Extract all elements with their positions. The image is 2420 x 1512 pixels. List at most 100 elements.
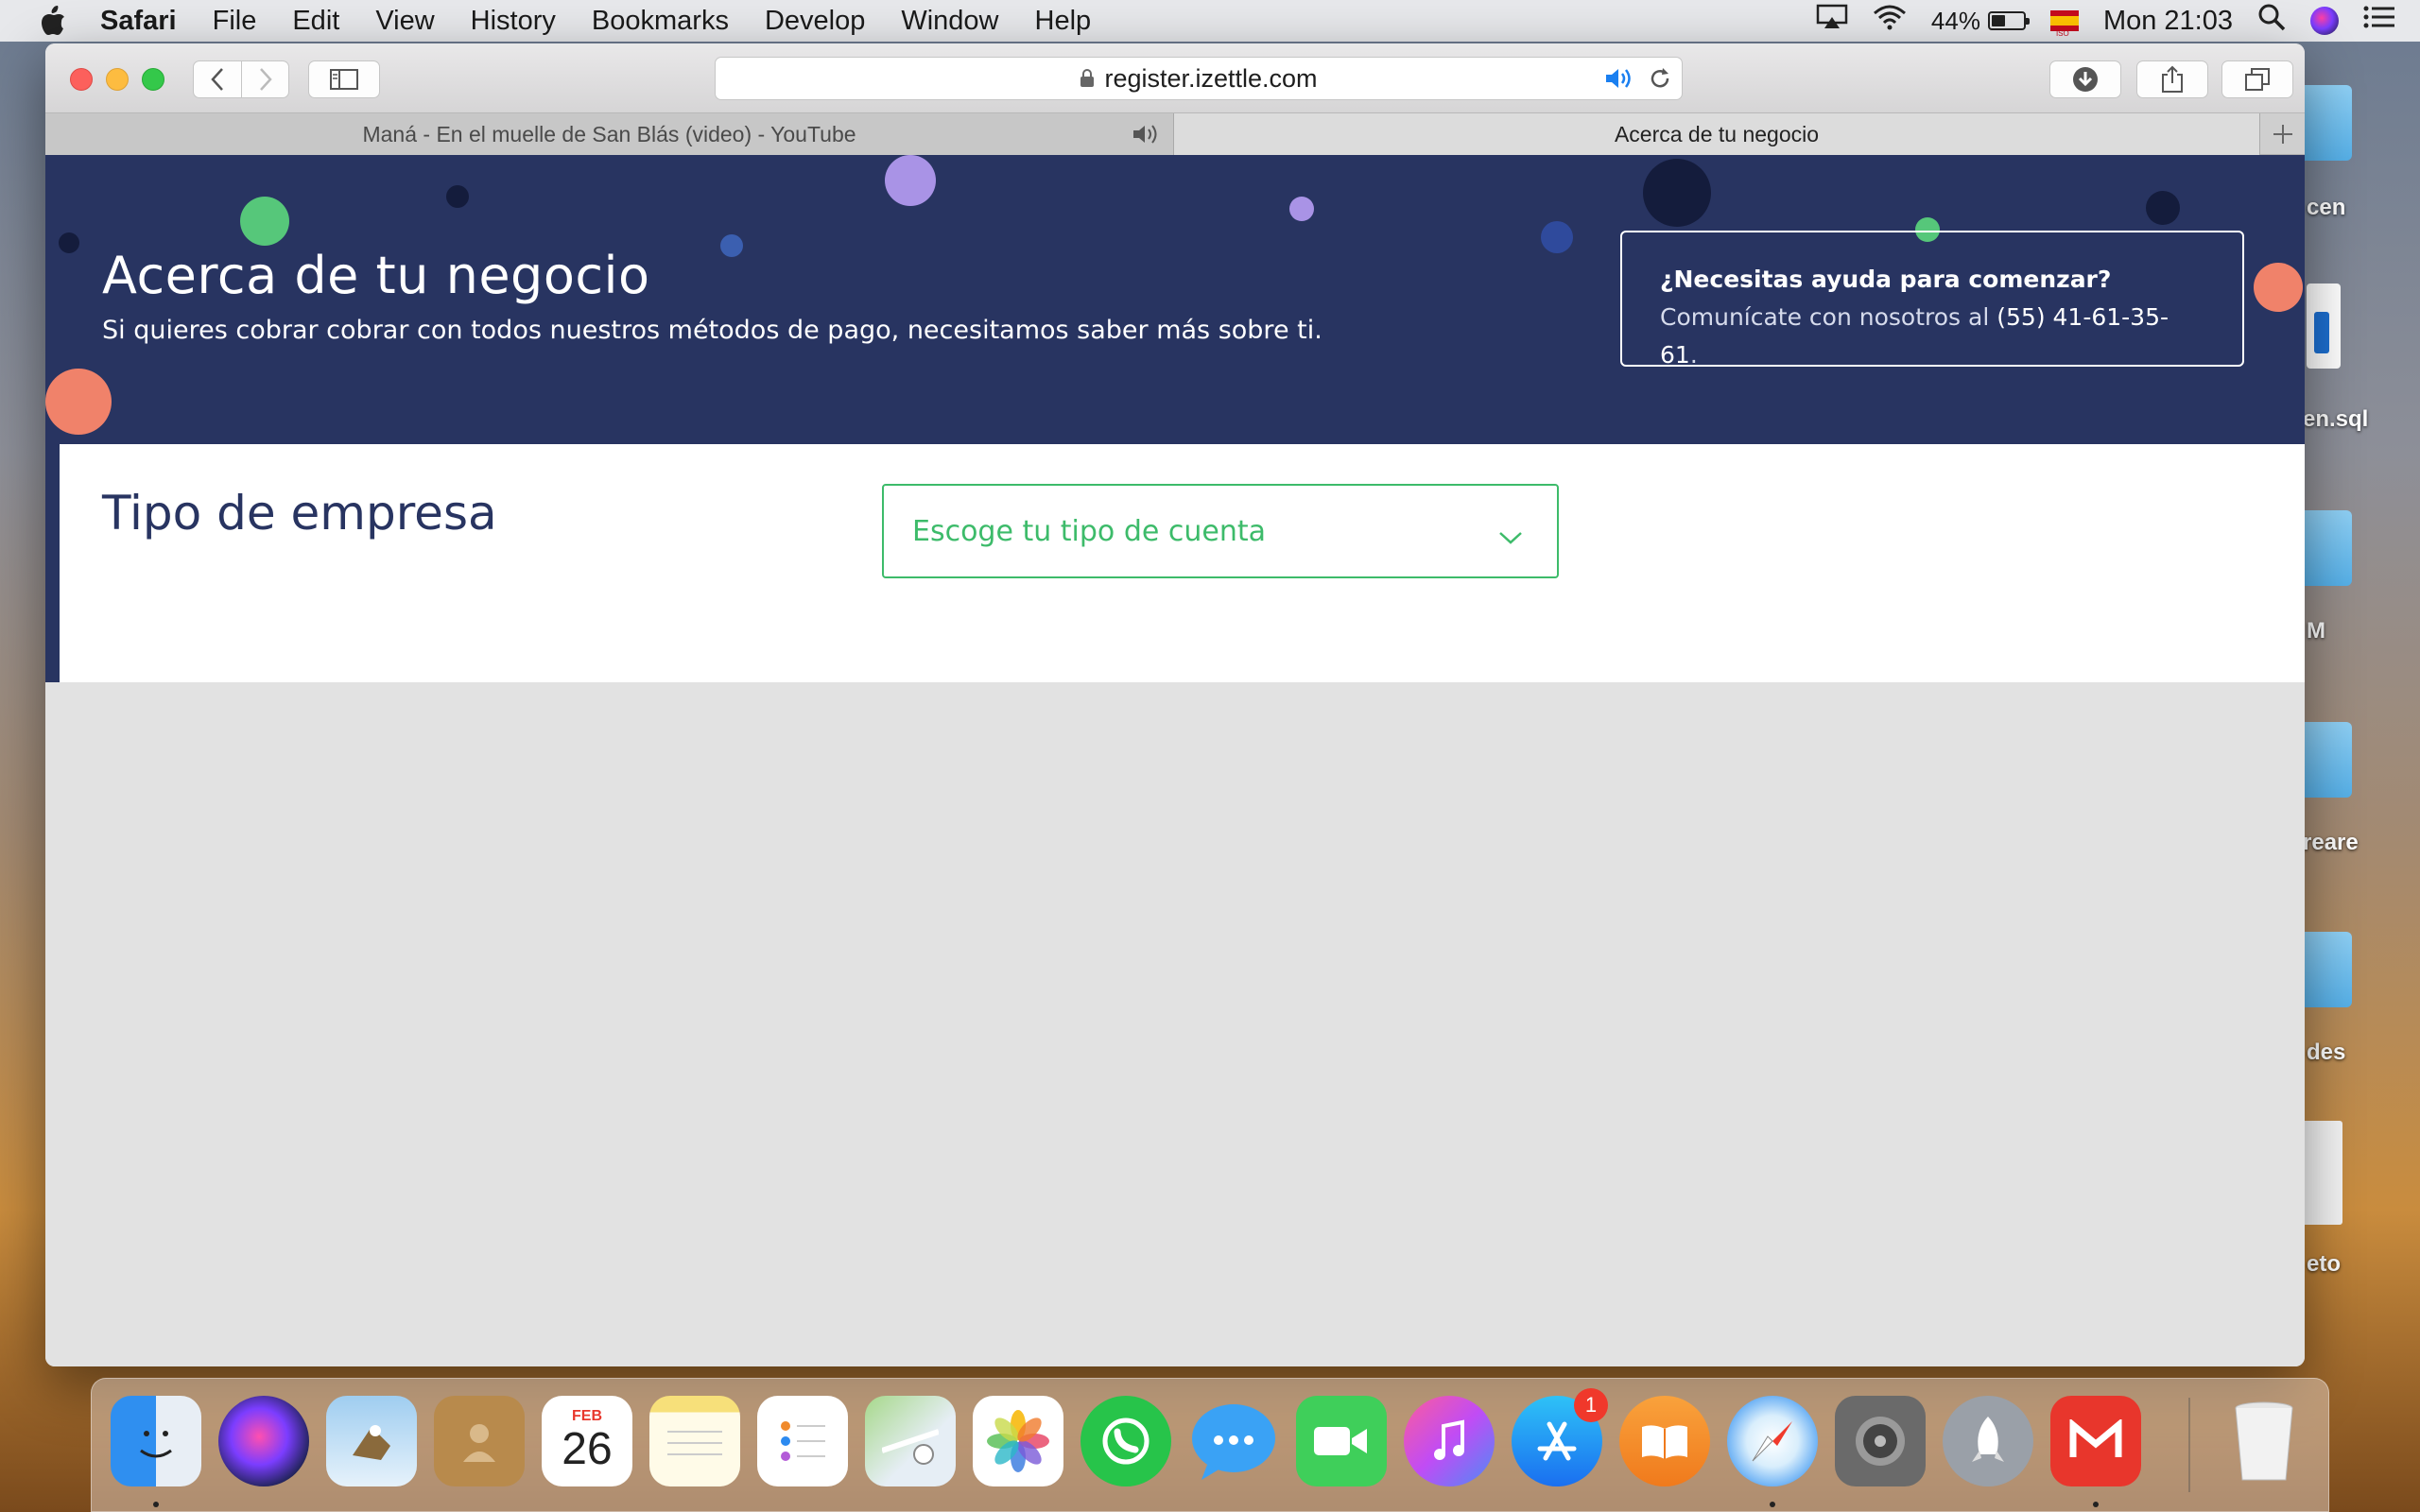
itunes-icon[interactable] — [1404, 1396, 1495, 1486]
ibooks-icon[interactable] — [1619, 1396, 1710, 1486]
calendar-icon[interactable]: FEB 26 — [542, 1396, 632, 1486]
plus-icon — [2273, 125, 2292, 144]
battery-status[interactable]: 44% — [1930, 6, 2030, 36]
navigation-buttons — [193, 60, 289, 98]
lock-icon — [1080, 69, 1095, 88]
menu-safari[interactable]: Safari — [100, 6, 177, 37]
menu-help[interactable]: Help — [1035, 6, 1092, 37]
menu-file[interactable]: File — [213, 6, 257, 37]
page-title: Acerca de tu negocio — [102, 246, 650, 305]
airplay-icon[interactable] — [1816, 4, 1848, 38]
menu-edit[interactable]: Edit — [292, 6, 339, 37]
menu-window[interactable]: Window — [901, 6, 998, 37]
help-end: . — [1689, 341, 1698, 369]
share-icon — [2162, 65, 2183, 93]
app-store-badge: 1 — [1574, 1388, 1608, 1422]
menu-view[interactable]: View — [375, 6, 434, 37]
battery-fill — [1991, 15, 2006, 26]
decorative-dot — [59, 232, 79, 253]
desktop-sql-file-icon[interactable] — [2307, 284, 2341, 369]
address-bar[interactable]: register.izettle.com — [715, 57, 1683, 100]
siri-icon[interactable] — [2310, 7, 2339, 35]
mail-icon[interactable] — [326, 1396, 417, 1486]
apple-menu-icon[interactable] — [40, 6, 68, 36]
menu-bookmarks[interactable]: Bookmarks — [592, 6, 729, 37]
help-heading: ¿Necesitas ayuda para comenzar? — [1660, 266, 2112, 293]
forward-button[interactable] — [241, 61, 288, 97]
close-window-button[interactable] — [70, 68, 93, 91]
menu-history[interactable]: History — [471, 6, 556, 37]
maps-icon[interactable] — [865, 1396, 956, 1486]
notes-icon[interactable] — [649, 1396, 740, 1486]
gmail-icon[interactable] — [2050, 1396, 2141, 1486]
chevron-down-icon — [1498, 520, 1523, 553]
reminders-icon[interactable] — [757, 1396, 848, 1486]
reload-icon[interactable] — [1648, 66, 1672, 97]
input-source-label: ISO — [2055, 29, 2069, 38]
battery-icon — [1987, 11, 2030, 30]
calendar-month: FEB — [572, 1408, 602, 1424]
desktop-label-1[interactable]: cen — [2307, 195, 2345, 221]
desktop-label-4[interactable]: reare — [2303, 830, 2359, 856]
safari-app-icon[interactable] — [1727, 1396, 1818, 1486]
decorative-dot — [446, 185, 469, 208]
desktop-document-icon[interactable] — [2301, 1121, 2342, 1225]
photos-icon[interactable] — [973, 1396, 1063, 1486]
account-type-select[interactable]: Escoge tu tipo de cuenta — [882, 484, 1559, 578]
business-type-section: Tipo de empresa Escoge tu tipo de cuenta — [60, 444, 2305, 682]
show-sidebar-button[interactable] — [308, 60, 380, 98]
wifi-icon[interactable] — [1873, 4, 1907, 38]
running-indicator — [2093, 1502, 2099, 1507]
launchpad-icon[interactable] — [1943, 1396, 2033, 1486]
tab-title: Maná - En el muelle de San Blás (video) … — [362, 121, 856, 146]
messages-icon[interactable] — [1188, 1396, 1279, 1486]
decorative-dot — [1643, 159, 1711, 227]
desktop-label-2[interactable]: en.sql — [2303, 406, 2368, 433]
contacts-icon[interactable] — [434, 1396, 525, 1486]
page-subtitle: Si quieres cobrar cobrar con todos nuest… — [102, 316, 1322, 345]
dock-separator — [2188, 1398, 2190, 1492]
back-button[interactable] — [194, 61, 241, 97]
chevron-left-icon — [211, 68, 223, 91]
url-text: register.izettle.com — [1104, 63, 1318, 93]
tab-youtube[interactable]: Maná - En el muelle de San Blás (video) … — [45, 113, 1174, 155]
facetime-icon[interactable] — [1296, 1396, 1387, 1486]
desktop-label-5[interactable]: des — [2307, 1040, 2345, 1066]
trash-icon[interactable] — [2219, 1396, 2309, 1486]
desktop-label-6[interactable]: eto — [2307, 1251, 2341, 1278]
spotlight-search-icon[interactable] — [2257, 3, 2286, 39]
browser-toolbar: register.izettle.com — [45, 43, 2305, 113]
system-preferences-icon[interactable] — [1835, 1396, 1926, 1486]
running-indicator — [1770, 1502, 1775, 1507]
tab-bar: Maná - En el muelle de San Blás (video) … — [45, 113, 2305, 155]
fullscreen-window-button[interactable] — [142, 68, 164, 91]
tab-acerca-de-tu-negocio[interactable]: Acerca de tu negocio — [1174, 113, 2259, 155]
section-title: Tipo de empresa — [102, 486, 497, 541]
input-source-flag-icon[interactable]: ISO — [2049, 10, 2079, 38]
show-all-tabs-button[interactable] — [2221, 60, 2293, 98]
share-button[interactable] — [2136, 60, 2208, 98]
status-area: 44% ISO Mon 21:03 — [1816, 0, 2420, 42]
page-header: Acerca de tu negocio Si quieres cobrar c… — [45, 155, 2305, 444]
decorative-dot — [885, 155, 936, 206]
speaker-playing-icon[interactable] — [1604, 66, 1636, 97]
help-contact-box: ¿Necesitas ayuda para comenzar? Comuníca… — [1620, 231, 2244, 369]
battery-percent: 44% — [1930, 6, 1980, 35]
new-tab-button[interactable] — [2259, 113, 2305, 155]
tab-audio-icon[interactable] — [1132, 123, 1162, 151]
desktop-label-3[interactable]: M — [2307, 618, 2325, 644]
decorative-dot — [2254, 263, 2303, 312]
calendar-day: 26 — [562, 1424, 613, 1474]
app-store-icon[interactable]: 1 — [1512, 1388, 1608, 1486]
finder-icon[interactable] — [111, 1396, 201, 1486]
siri-app-icon[interactable] — [218, 1396, 309, 1486]
left-accent-strip — [45, 444, 60, 682]
whatsapp-icon[interactable] — [1080, 1396, 1171, 1486]
notification-center-icon[interactable] — [2363, 5, 2395, 37]
minimize-window-button[interactable] — [106, 68, 129, 91]
decorative-dot — [720, 234, 743, 257]
downloads-button[interactable] — [2049, 60, 2121, 98]
clock[interactable]: Mon 21:03 — [2103, 6, 2233, 37]
help-text: Comunícate con nosotros al — [1660, 303, 1997, 331]
menu-develop[interactable]: Develop — [765, 6, 865, 37]
